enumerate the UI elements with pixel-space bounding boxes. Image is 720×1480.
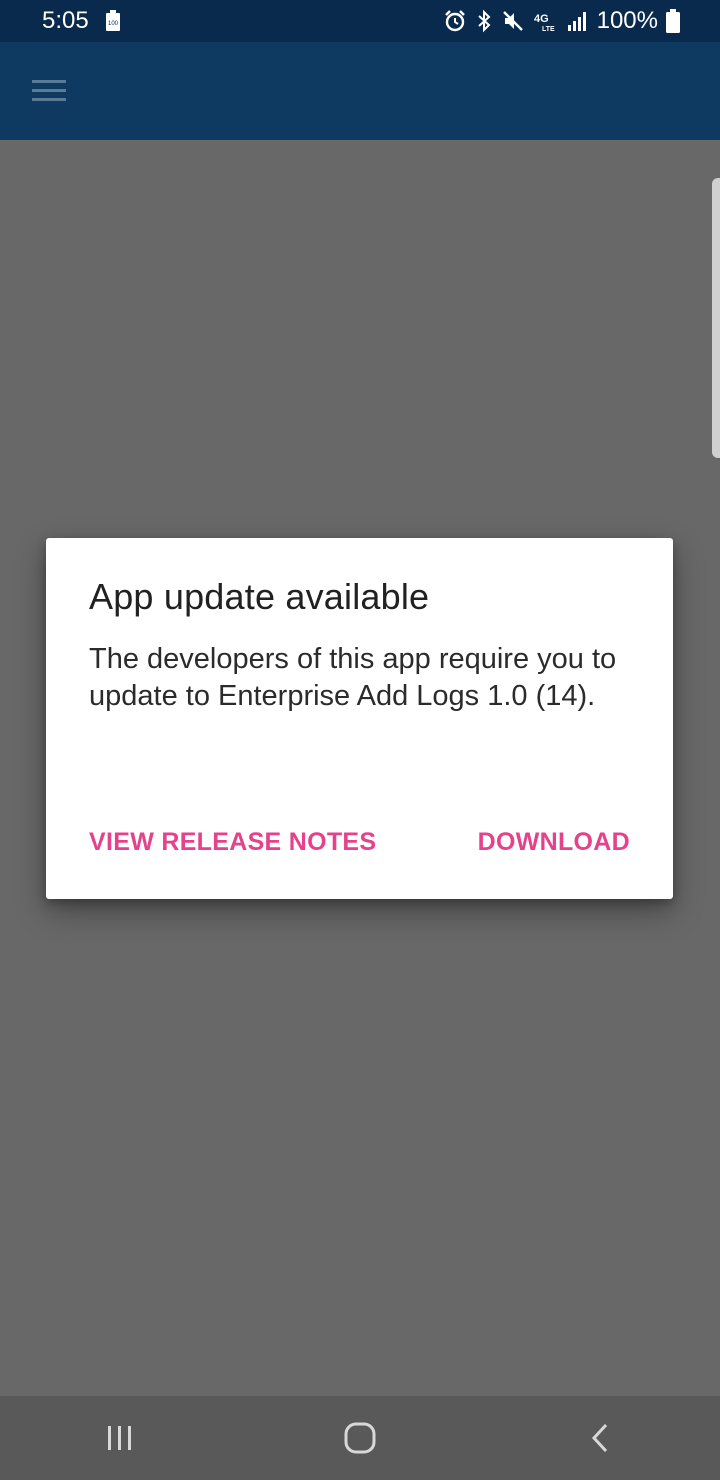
menu-button[interactable] — [24, 66, 74, 116]
status-right: 4G LTE 100% — [443, 7, 680, 35]
recents-button[interactable] — [80, 1396, 160, 1480]
dialog-message: The developers of this app require you t… — [89, 643, 617, 712]
home-icon — [344, 1422, 376, 1454]
alarm-icon — [443, 9, 467, 33]
status-bar: 5:05 100 4G LTE 100% — [0, 0, 720, 42]
4g-lte-icon: 4G LTE — [533, 9, 559, 33]
update-dialog: App update available The developers of t… — [46, 538, 673, 899]
recents-icon — [106, 1425, 134, 1451]
lte-sub-label: LTE — [542, 26, 555, 33]
battery-saver-icon: 100 — [105, 10, 121, 32]
battery-percent: 100% — [596, 7, 658, 34]
edge-panel-handle[interactable] — [712, 178, 720, 458]
lte-label: 4G — [534, 13, 549, 25]
hamburger-menu-icon — [31, 78, 67, 104]
back-button[interactable] — [560, 1396, 640, 1480]
home-button[interactable] — [320, 1396, 400, 1480]
clock: 5:05 — [42, 7, 89, 34]
battery-icon — [666, 9, 680, 33]
back-icon — [590, 1423, 610, 1453]
download-button[interactable]: DOWNLOAD — [478, 828, 630, 857]
bluetooth-icon — [475, 9, 493, 33]
mini-battery-label: 100 — [108, 21, 119, 27]
mute-icon — [501, 9, 525, 33]
navigation-bar — [0, 1396, 720, 1480]
signal-icon — [567, 10, 589, 32]
status-left: 5:05 100 — [42, 7, 121, 35]
dialog-title: App update available — [89, 576, 430, 617]
view-release-notes-button[interactable]: VIEW RELEASE NOTES — [89, 828, 376, 857]
app-bar — [0, 42, 720, 140]
